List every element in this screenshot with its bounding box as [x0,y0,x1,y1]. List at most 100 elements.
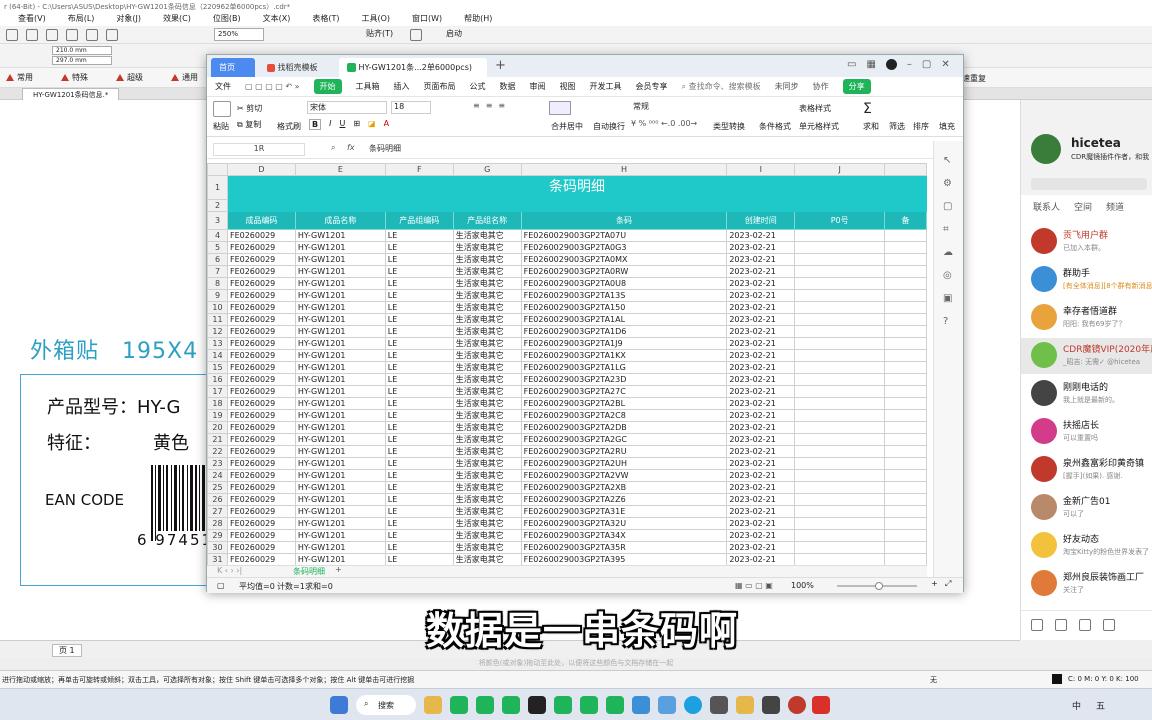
table-cell[interactable]: FE0260029 [226,229,296,242]
table-cell[interactable]: 生活家电其它 [452,325,522,338]
chat-item[interactable]: 泉州鑫富彩印黄奇镇 [握手](如果). 感谢. [1021,452,1152,488]
chat-item[interactable]: 金新广告01 可以了 [1021,490,1152,526]
table-cell[interactable]: FE0260029003GP2TA2BL [520,397,728,410]
table-cell[interactable]: FE0260029 [226,301,296,314]
menu-data[interactable]: 数据 [500,81,516,92]
table-cell[interactable]: 生活家电其它 [452,361,522,374]
chat-item[interactable]: 好友动态 淘宝Kitty的粉色世界发表了 [1021,528,1152,564]
row-header[interactable]: 14 [207,349,228,362]
table-cell[interactable]: HY-GW1201 [294,553,386,565]
contacts-icon[interactable] [1055,619,1067,631]
table-cell[interactable]: HY-GW1201 [294,325,386,338]
table-cell[interactable]: HY-GW1201 [294,505,386,518]
record-icon[interactable] [788,696,806,714]
table-cell[interactable]: FE0260029 [226,493,296,506]
width-field[interactable]: 210.0 mm [52,46,112,55]
italic-button[interactable]: I [329,119,331,130]
table-cell[interactable] [884,469,927,482]
row-header[interactable]: 29 [207,529,228,542]
table-cell[interactable]: 2023-02-21 [726,337,796,350]
table-cell[interactable]: HY-GW1201 [294,529,386,542]
header-cell[interactable]: 成品名称 [294,211,386,230]
new-tab-icon[interactable]: + [495,58,506,73]
table-cell[interactable] [884,529,927,542]
table-cell[interactable]: HY-GW1201 [294,493,386,506]
table-cell[interactable]: LE [384,541,454,554]
align-top-icon[interactable]: ≡ [473,101,480,110]
table-cell[interactable]: HY-GW1201 [294,301,386,314]
table-cell[interactable]: 生活家电其它 [452,289,522,302]
table-cell[interactable]: FE0260029 [226,409,296,422]
user-avatar[interactable] [885,59,897,70]
table-cell[interactable]: 2023-02-21 [726,301,796,314]
table-cell[interactable] [794,493,886,506]
table-cell[interactable]: LE [384,481,454,494]
table-cell[interactable]: FE0260029003GP2TA31E [520,505,728,518]
plugin-repeat[interactable]: 速重复 [962,73,986,84]
table-cell[interactable]: HY-GW1201 [294,433,386,446]
table-cell[interactable] [794,457,886,470]
edge-icon[interactable] [684,696,702,714]
share-button[interactable]: 分享 [842,79,871,94]
table-cell[interactable]: FE0260029003GP2TA2DB [520,421,728,434]
menu-formula[interactable]: 公式 [470,81,486,92]
menu-file[interactable]: 文件 [215,81,231,92]
column-header[interactable]: E [294,163,386,176]
table-cell[interactable]: FE0260029 [226,517,296,530]
table-cell[interactable]: HY-GW1201 [294,289,386,302]
app-icon[interactable] [736,696,754,714]
tab-spreadsheet[interactable]: HY-GW1201条...2单6000pcs) ✕ [339,58,487,91]
underline-button[interactable]: U [339,119,345,130]
layout-icon[interactable]: ▭ [847,59,856,70]
table-cell[interactable]: FE0260029 [226,421,296,434]
table-cell[interactable] [794,349,886,362]
table-cell[interactable] [794,277,886,290]
column-header[interactable]: H [520,163,728,176]
row-header[interactable]: 27 [207,505,228,518]
table-cell[interactable]: FE0260029003GP2TA13S [520,289,728,302]
table-cell[interactable] [884,349,927,362]
merge-icon[interactable] [549,101,571,115]
table-cell[interactable]: FE0260029 [226,253,296,266]
sheet-nav-icons[interactable]: K ‹ › ›| [217,566,242,575]
row-header[interactable]: 13 [207,337,228,350]
row-header[interactable]: 1 [207,175,228,200]
app-icon[interactable] [554,696,572,714]
format-painter-button[interactable]: 格式刷 [277,121,301,132]
table-cell[interactable]: HY-GW1201 [294,241,386,254]
table-cell[interactable]: 生活家电其它 [452,469,522,482]
row-header[interactable]: 7 [207,265,228,278]
table-cell[interactable] [884,505,927,518]
table-cell[interactable]: FE0260029 [226,469,296,482]
table-cell[interactable]: FE0260029 [226,289,296,302]
menu-text[interactable]: 文本(X) [263,12,291,26]
chat-item[interactable]: 扶摇店长 可以重置吗 [1021,414,1152,450]
table-cell[interactable]: 生活家电其它 [452,409,522,422]
table-cell[interactable] [794,373,886,386]
menu-table[interactable]: 表格(T) [312,12,339,26]
table-cell[interactable]: 2023-02-21 [726,481,796,494]
table-cell[interactable]: HY-GW1201 [294,229,386,242]
tab-contacts[interactable]: 联系人 [1033,200,1060,216]
app-icon[interactable] [502,696,520,714]
table-cell[interactable]: 2023-02-21 [726,397,796,410]
table-cell[interactable]: FE0260029003GP2TA1KX [520,349,728,362]
table-cell[interactable]: HY-GW1201 [294,409,386,422]
fill-color-icon[interactable]: ◪ [368,119,376,130]
header-cell[interactable]: P0号 [794,211,886,230]
table-cell[interactable]: LE [384,529,454,542]
table-cell[interactable]: FE0260029 [226,277,296,290]
app-icon[interactable] [606,696,624,714]
table-cell[interactable]: HY-GW1201 [294,445,386,458]
qq-search-input[interactable] [1031,178,1147,190]
table-cell[interactable]: 2023-02-21 [726,373,796,386]
row-header[interactable]: 20 [207,421,228,434]
pointer-icon[interactable]: ↖ [943,155,953,166]
tab-space[interactable]: 空间 [1074,200,1092,216]
table-cell[interactable]: HY-GW1201 [294,421,386,434]
row-header[interactable]: 18 [207,397,228,410]
table-cell[interactable]: 2023-02-21 [726,445,796,458]
import-icon[interactable] [86,29,98,41]
table-cell[interactable]: LE [384,313,454,326]
coreldraw-icon[interactable] [528,696,546,714]
